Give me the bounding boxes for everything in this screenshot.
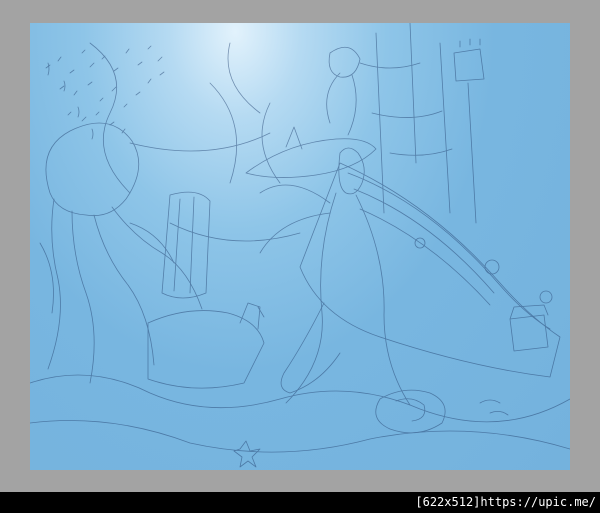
treasure-chest — [509, 304, 549, 352]
upic-watermark-text: [622x512]https://upic.me/ — [415, 495, 596, 509]
shark — [245, 126, 377, 178]
broken-pillar — [147, 191, 265, 389]
sunken-ship — [299, 23, 561, 378]
underwater-sketch-drawing — [30, 23, 570, 468]
diver — [326, 46, 361, 136]
sketch-canvas — [30, 23, 570, 470]
octopus — [39, 122, 203, 384]
water-lines — [89, 42, 301, 242]
image-frame — [0, 0, 600, 492]
mermaid-figure — [259, 147, 411, 406]
